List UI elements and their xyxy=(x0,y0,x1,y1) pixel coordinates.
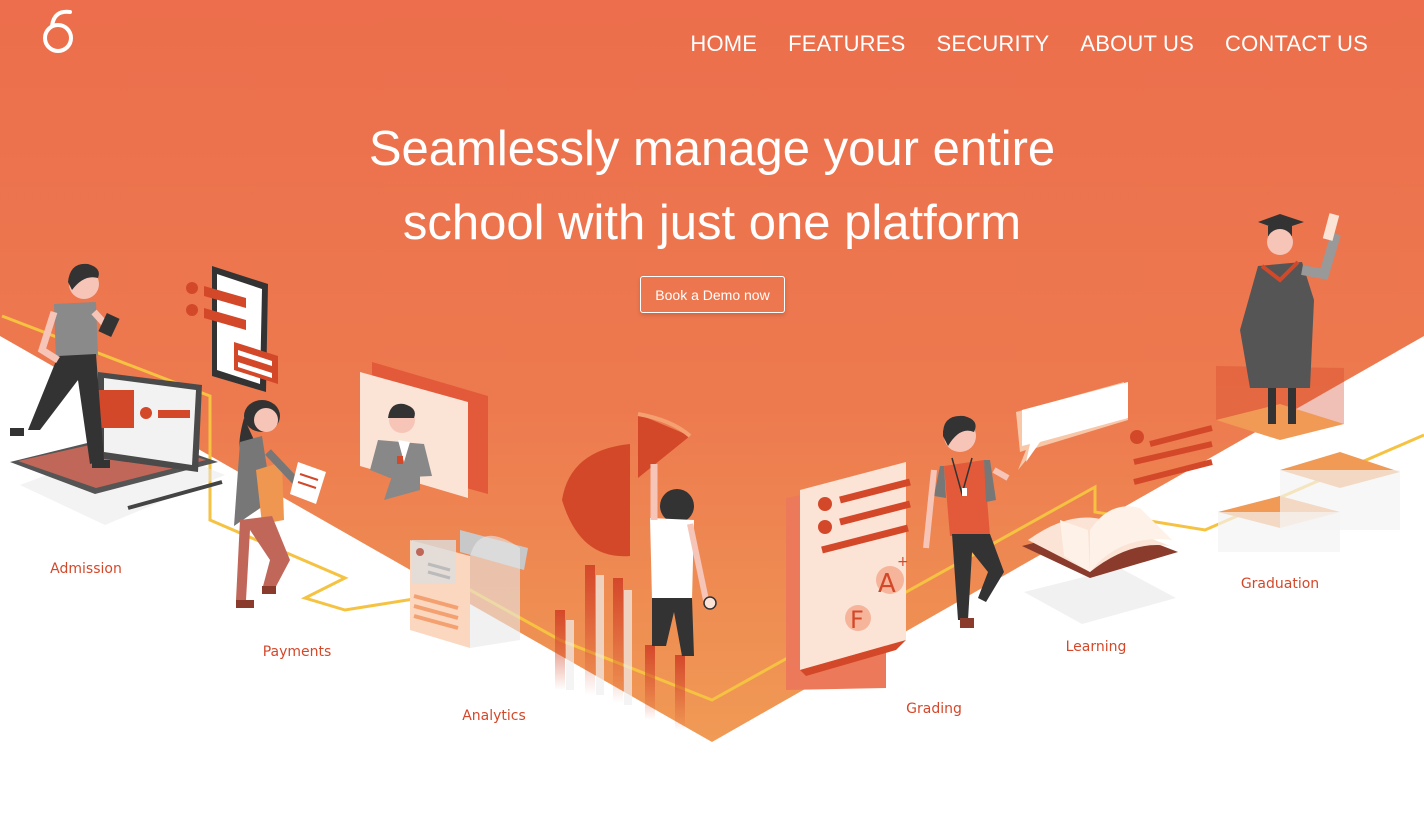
nav-security[interactable]: SECURITY xyxy=(937,31,1050,57)
book-demo-button[interactable]: Book a Demo now xyxy=(640,276,785,313)
nav-contact-us[interactable]: CONTACT US xyxy=(1225,31,1368,57)
hero-headline-line2: school with just one platform xyxy=(402,196,1022,250)
grade-plus-mark: + xyxy=(897,554,909,570)
hero-headline-line1: Seamlessly manage your entire xyxy=(368,122,1056,176)
stage-label-payments: Payments xyxy=(262,644,332,660)
hero-headline: Seamlessly manage your entire school wit… xyxy=(0,112,1424,260)
stage-label-graduation: Graduation xyxy=(1240,576,1320,592)
nav-features[interactable]: FEATURES xyxy=(788,31,905,57)
grading-illustration: A + F xyxy=(786,462,911,690)
nav-home[interactable]: HOME xyxy=(690,31,757,57)
stage-label-analytics: Analytics xyxy=(462,708,526,724)
sigma-logo-icon[interactable] xyxy=(40,8,76,56)
stage-label-grading: Grading xyxy=(906,701,962,717)
stage-label-admission: Admission xyxy=(50,561,122,577)
receipt-illustration xyxy=(410,530,528,648)
main-nav: HOME FEATURES SECURITY ABOUT US CONTACT … xyxy=(690,31,1368,57)
grade-a-mark: A xyxy=(878,569,896,599)
stage-label-learning: Learning xyxy=(1065,639,1127,655)
grade-f-mark: F xyxy=(850,606,864,634)
nav-about-us[interactable]: ABOUT US xyxy=(1080,31,1194,57)
